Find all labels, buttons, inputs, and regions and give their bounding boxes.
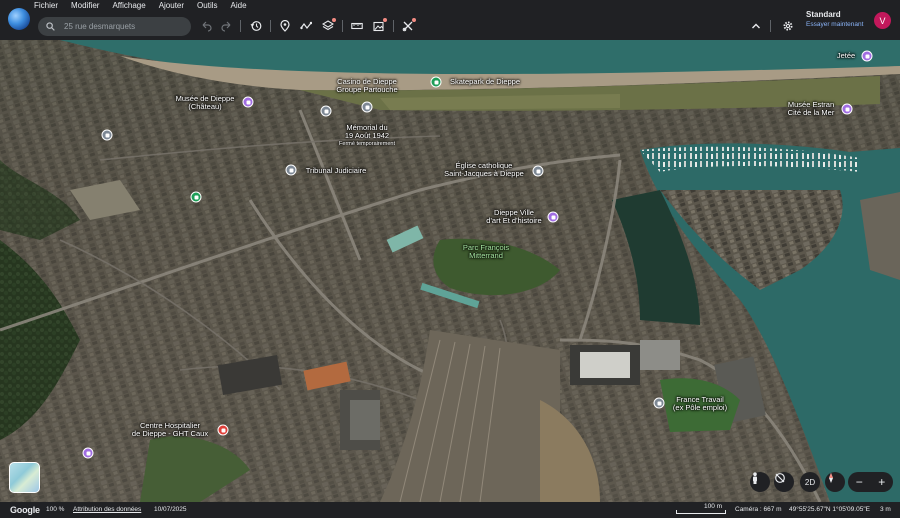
menu-ajouter[interactable]: Ajouter <box>159 0 184 12</box>
google-earth-logo-icon[interactable] <box>8 8 30 30</box>
undo-icon <box>202 21 212 32</box>
poi-tribunal-label[interactable]: Tribunal Judiciaire <box>306 167 367 175</box>
poi-musee-dieppe-label[interactable]: Musée de Dieppe (Château) <box>176 95 235 111</box>
notification-dot <box>332 18 336 22</box>
add-placemark-button[interactable] <box>277 18 293 34</box>
zoom-level: 100 % <box>46 506 65 513</box>
gear-icon <box>783 21 793 31</box>
scale-bar <box>676 510 726 514</box>
poi-parc-label[interactable]: Parc François Mitterrand <box>463 244 509 260</box>
pegman-icon <box>753 472 757 484</box>
poi-casino-label[interactable]: Casino de Dieppe Groupe Partouche <box>336 78 397 94</box>
menu-outils[interactable]: Outils <box>197 0 217 12</box>
compass-button[interactable] <box>825 472 845 492</box>
poi-musee-estran-label[interactable]: Musée Estran Cité de la Mer <box>788 101 835 117</box>
toolbar-separator <box>270 20 271 32</box>
layers-button[interactable] <box>320 18 336 34</box>
chevron-up-icon <box>752 23 760 29</box>
poi-jetee-label[interactable]: Jetée <box>837 52 855 60</box>
capture-button[interactable] <box>371 18 387 34</box>
poi-casino-pin[interactable] <box>361 101 373 113</box>
menu-modifier[interactable]: Modifier <box>71 0 99 12</box>
menu-affichage[interactable]: Affichage <box>112 0 145 12</box>
plan-info: Standard Essayer maintenant <box>806 10 863 30</box>
toolbar-separator <box>393 20 394 32</box>
street-view-button[interactable] <box>750 472 770 492</box>
poi-jetee-pin[interactable] <box>861 50 873 62</box>
status-bar: Google 100 % Attribution des données 10/… <box>0 502 900 518</box>
imagery-date: 10/07/2025 <box>154 506 187 513</box>
map-view[interactable]: Jetée Casino de Dieppe Groupe Partouche S… <box>0 40 900 502</box>
poi-memorial-pin[interactable] <box>320 105 332 117</box>
map-style-thumbnail[interactable] <box>9 462 40 493</box>
toolbar-separator <box>342 20 343 32</box>
toggle-2d-button[interactable]: 2D <box>800 472 820 492</box>
redo-button[interactable] <box>219 18 235 34</box>
toolbar: Standard Essayer maintenant V <box>0 8 900 40</box>
try-now-link[interactable]: Essayer maintenant <box>806 20 863 30</box>
compass-icon <box>829 473 833 483</box>
ground-altitude: 3 m <box>880 506 891 513</box>
poi-dieppe-ville-pin[interactable] <box>547 211 559 223</box>
toolbar-separator <box>240 20 241 32</box>
zoom-out-button[interactable]: − <box>856 475 863 489</box>
poi-green-pin[interactable] <box>190 191 202 203</box>
poi-musee-dieppe-pin[interactable] <box>242 96 254 108</box>
poi-france-travail-pin[interactable] <box>653 397 665 409</box>
compass-reset-button[interactable] <box>774 472 794 492</box>
google-earth-window: Fichier Modifier Affichage Ajouter Outil… <box>0 0 900 518</box>
menu-aide[interactable]: Aide <box>231 0 247 12</box>
poi-hospital-pin[interactable] <box>217 424 229 436</box>
ruler-icon <box>351 22 363 30</box>
add-path-button[interactable] <box>298 18 314 34</box>
poi-dieppe-ville-label[interactable]: Dieppe Ville d'art Et d'histoire <box>486 209 541 225</box>
poi-skatepark-pin[interactable] <box>430 76 442 88</box>
search-bar[interactable] <box>38 17 191 36</box>
compass-reset-icon <box>775 473 785 483</box>
settings-button[interactable] <box>780 18 796 34</box>
poi-tribunal-pin[interactable] <box>285 164 297 176</box>
search-input[interactable] <box>64 22 184 31</box>
history-button[interactable] <box>248 18 264 34</box>
plan-name: Standard <box>806 10 841 19</box>
search-icon <box>46 22 55 31</box>
notification-dot <box>412 18 416 22</box>
toolbar-separator <box>770 20 771 32</box>
scale-label: 100 m <box>704 503 723 510</box>
poi-eglise-pin[interactable] <box>532 165 544 177</box>
poi-purple-pin[interactable] <box>82 447 94 459</box>
poi-musee-estran-pin[interactable] <box>841 103 853 115</box>
poi-skatepark-label[interactable]: Skatepark de Dieppe <box>450 78 520 86</box>
notification-dot <box>383 18 387 22</box>
poi-memorial-label[interactable]: Mémorial du 19 Août 1942 Fermé temporairem… <box>339 124 395 148</box>
redo-icon <box>221 21 231 32</box>
google-logo: Google <box>10 505 40 515</box>
zoom-controls: − + <box>848 472 893 492</box>
menu-bar: Fichier Modifier Affichage Ajouter Outil… <box>0 0 900 12</box>
collapse-toolbar-button[interactable] <box>748 18 764 34</box>
place-pin-icon <box>280 20 290 32</box>
zoom-in-button[interactable]: + <box>878 475 885 489</box>
measure-button[interactable] <box>349 18 365 34</box>
poi-eglise-label[interactable]: Église catholique Saint-Jacques à Dieppe <box>444 162 524 178</box>
poi-hospital-label[interactable]: Centre Hospitalier de Dieppe - GHT Caux <box>132 422 208 438</box>
drawing-tools-button[interactable] <box>400 18 416 34</box>
camera-altitude: Caméra : 667 m <box>735 506 782 513</box>
history-icon <box>250 21 262 31</box>
poi-unnamed-pin[interactable] <box>101 129 113 141</box>
poi-france-travail-label[interactable]: France Travail (ex Pôle emploi) <box>673 396 727 412</box>
avatar[interactable]: V <box>874 12 891 29</box>
undo-button[interactable] <box>198 18 214 34</box>
path-icon <box>300 21 312 30</box>
coordinates: 49°55'25.67"N 1°05'09.05"E <box>789 506 870 513</box>
menu-fichier[interactable]: Fichier <box>34 0 58 12</box>
data-attribution-link[interactable]: Attribution des données <box>73 506 141 513</box>
